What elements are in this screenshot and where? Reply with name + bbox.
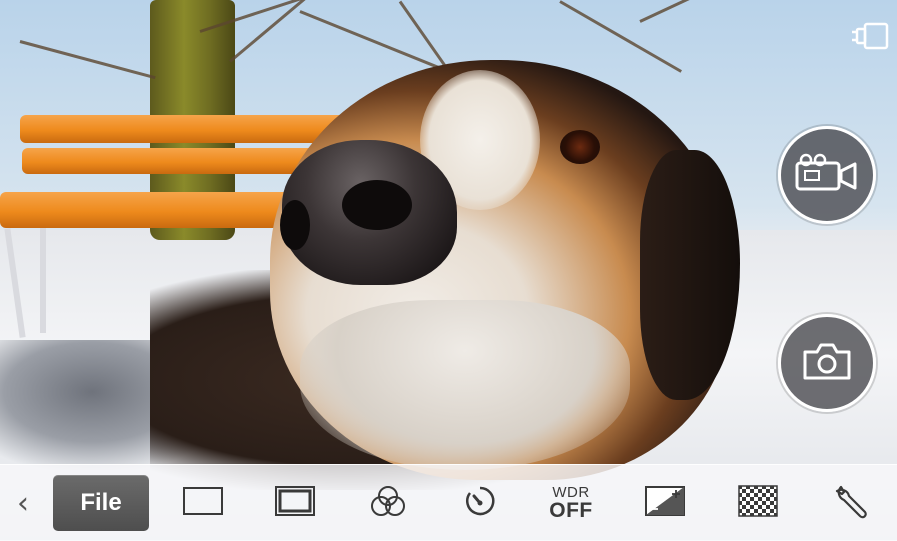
exposure-button[interactable] [642,465,688,541]
wdr-label: WDR [552,484,590,501]
aspect-ratio-icon [182,485,224,522]
wdr-button[interactable]: WDR OFF [542,465,600,541]
file-button[interactable]: File [53,475,149,531]
video-record-button[interactable] [778,126,876,224]
timer-icon [463,483,497,524]
video-camera-icon [795,153,859,198]
wdr-state: OFF [549,499,593,522]
bench-seat [0,192,300,228]
dog-eye [560,130,600,164]
chevron-left-icon[interactable]: ‹ [8,465,38,541]
camera-icon [801,340,853,387]
wrench-icon [833,483,869,524]
photo-capture-button[interactable] [778,314,876,412]
frame-icon [274,485,316,522]
timer-button[interactable] [457,465,503,541]
color-effect-button[interactable] [365,465,411,541]
frame-button[interactable] [272,465,318,541]
camera-toolbar: ‹ File WDR OFF [0,464,897,541]
checkerboard-icon [738,484,778,522]
camera-viewfinder [0,0,897,540]
power-adapter-icon [851,20,891,52]
dog-nose [280,140,457,285]
pattern-button[interactable] [735,465,781,541]
color-circles-icon [369,483,407,524]
settings-button[interactable] [828,465,874,541]
exposure-compensation-icon [644,485,686,522]
aspect-ratio-button[interactable] [180,465,226,541]
